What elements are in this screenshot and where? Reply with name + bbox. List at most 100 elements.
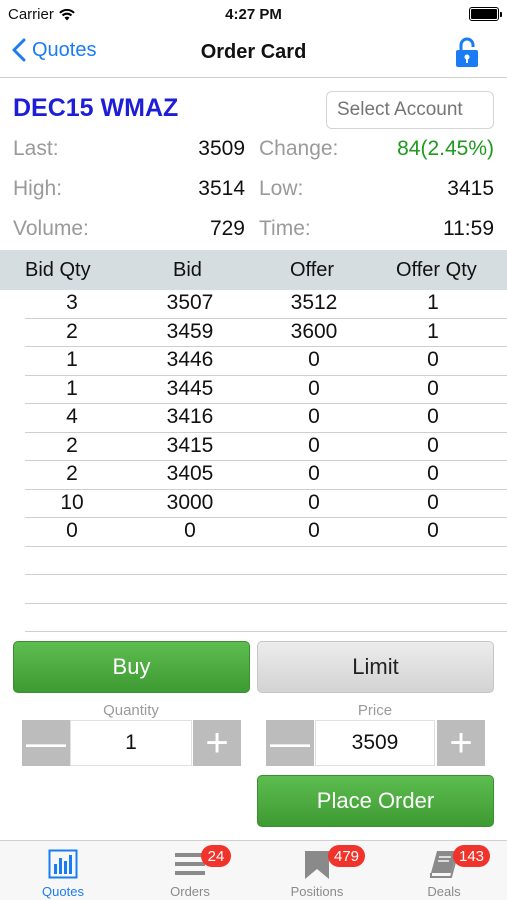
tab-quotes[interactable]: Quotes bbox=[0, 841, 126, 900]
instrument-name: DEC15 WMAZ bbox=[13, 94, 179, 122]
volume-label: Volume: bbox=[13, 217, 89, 240]
place-order-button[interactable]: Place Order bbox=[257, 775, 494, 827]
bid-qty-cell: 10 bbox=[60, 490, 84, 514]
time-value: 11:59 bbox=[443, 217, 494, 240]
tab-positions-label: Positions bbox=[290, 884, 344, 899]
bid-cell: 3507 bbox=[166, 291, 214, 314]
tab-positions[interactable]: 479 Positions bbox=[254, 841, 380, 900]
tab-deals-label: Deals bbox=[427, 884, 461, 899]
price-increment-button[interactable]: + bbox=[437, 720, 485, 766]
header-bid-qty: Bid Qty bbox=[25, 259, 91, 281]
table-row[interactable]: 1 3445 0 0 bbox=[25, 376, 507, 404]
tab-deals[interactable]: 143 Deals bbox=[381, 841, 507, 900]
price-decrement-button[interactable]: — bbox=[266, 720, 314, 766]
bid-cell: 3459 bbox=[166, 319, 214, 343]
high-label: High: bbox=[13, 177, 63, 200]
change-label: Change: bbox=[259, 137, 339, 160]
quantity-label: Quantity bbox=[103, 702, 159, 719]
offer-qty-cell: 0 bbox=[427, 348, 439, 371]
table-row-empty bbox=[25, 575, 507, 604]
bid-cell: 3405 bbox=[166, 462, 214, 485]
offer-qty-cell: 1 bbox=[427, 291, 439, 314]
table-row[interactable]: 10 3000 0 0 bbox=[25, 490, 507, 518]
page-title: Order Card bbox=[200, 41, 307, 63]
deals-badge: 143 bbox=[453, 845, 491, 867]
offer-cell: 0 bbox=[308, 405, 320, 428]
high-value: 3514 bbox=[198, 177, 245, 200]
bid-qty-cell: 3 bbox=[66, 291, 78, 314]
table-row-empty bbox=[25, 604, 507, 632]
offer-cell: 3512 bbox=[290, 291, 338, 314]
orders-badge: 24 bbox=[201, 845, 231, 867]
offer-qty-cell: 0 bbox=[427, 405, 439, 428]
price-label: Price bbox=[357, 702, 393, 719]
bid-cell: 0 bbox=[184, 519, 196, 542]
account-select[interactable] bbox=[326, 91, 494, 129]
tab-bar: Quotes 24 Orders 479 Positions 143 Deals bbox=[0, 840, 507, 900]
offer-cell: 0 bbox=[308, 433, 320, 457]
bid-qty-cell: 2 bbox=[66, 462, 78, 485]
bid-cell: 3000 bbox=[166, 490, 214, 514]
offer-qty-cell: 0 bbox=[427, 519, 439, 542]
quantity-decrement-button[interactable]: — bbox=[22, 720, 70, 766]
buy-button[interactable]: Buy bbox=[13, 641, 250, 693]
table-row[interactable]: 2 3405 0 0 bbox=[25, 461, 507, 490]
change-value: 84(2.45%) bbox=[397, 137, 494, 160]
low-value: 3415 bbox=[447, 177, 494, 200]
tab-orders-label: Orders bbox=[170, 884, 210, 899]
depth-table-body: 3 3507 3512 1 2 3459 3600 1 1 3446 0 0 1 3445 0 0 4 3… bbox=[25, 290, 507, 632]
bid-cell: 3415 bbox=[166, 433, 214, 457]
battery-icon bbox=[469, 7, 502, 21]
table-row[interactable]: 2 3415 0 0 bbox=[25, 433, 507, 461]
tab-orders[interactable]: 24 Orders bbox=[127, 841, 253, 900]
bid-qty-cell: 4 bbox=[66, 405, 78, 428]
offer-qty-cell: 0 bbox=[427, 376, 439, 400]
header-offer: Offer bbox=[290, 259, 335, 281]
offer-cell: 0 bbox=[308, 348, 320, 371]
table-row[interactable]: 1 3446 0 0 bbox=[25, 347, 507, 376]
limit-button[interactable]: Limit bbox=[257, 641, 494, 693]
header-offer-qty: Offer Qty bbox=[396, 259, 477, 281]
table-row[interactable]: 2 3459 3600 1 bbox=[25, 319, 507, 347]
offer-cell: 3600 bbox=[290, 319, 338, 343]
table-row[interactable]: 0 0 0 0 bbox=[25, 518, 507, 547]
positions-badge: 479 bbox=[328, 845, 366, 867]
offer-cell: 0 bbox=[308, 376, 320, 400]
bid-cell: 3416 bbox=[166, 405, 214, 428]
last-value: 3509 bbox=[198, 137, 245, 160]
table-row[interactable]: 4 3416 0 0 bbox=[25, 404, 507, 433]
depth-table-header: Bid Qty Bid Offer Offer Qty bbox=[0, 250, 507, 290]
low-label: Low: bbox=[259, 177, 304, 200]
navigation-bar: Quotes Order Card bbox=[0, 30, 507, 78]
offer-qty-cell: 0 bbox=[427, 462, 439, 485]
tab-quotes-label: Quotes bbox=[42, 884, 84, 899]
offer-qty-cell: 1 bbox=[427, 319, 439, 343]
flag-icon bbox=[305, 851, 329, 879]
quantity-input[interactable] bbox=[70, 720, 192, 766]
header-bid: Bid bbox=[173, 259, 202, 281]
status-bar: Carrier 4:27 PM bbox=[0, 0, 507, 30]
bid-qty-cell: 2 bbox=[66, 319, 78, 343]
offer-qty-cell: 0 bbox=[427, 433, 439, 457]
bid-qty-cell: 2 bbox=[66, 433, 78, 457]
offer-qty-cell: 0 bbox=[427, 490, 439, 514]
bid-qty-cell: 0 bbox=[66, 519, 78, 542]
bid-qty-cell: 1 bbox=[66, 376, 78, 400]
offer-cell: 0 bbox=[308, 519, 320, 542]
price-input[interactable] bbox=[315, 720, 435, 766]
order-card-screen: Carrier 4:27 PM Quotes Order Card DEC15 … bbox=[0, 0, 507, 900]
lock-button[interactable] bbox=[455, 36, 479, 73]
unlock-icon bbox=[456, 37, 478, 67]
quantity-increment-button[interactable]: + bbox=[193, 720, 241, 766]
bar-chart-icon bbox=[48, 849, 78, 879]
last-label: Last: bbox=[13, 137, 59, 160]
volume-value: 729 bbox=[209, 217, 245, 240]
table-row[interactable]: 3 3507 3512 1 bbox=[25, 290, 507, 319]
bid-qty-cell: 1 bbox=[66, 348, 78, 371]
offer-cell: 0 bbox=[308, 490, 320, 514]
table-row-empty bbox=[25, 547, 507, 575]
bid-cell: 3446 bbox=[166, 348, 214, 371]
status-time: 4:27 PM bbox=[225, 6, 282, 23]
offer-cell: 0 bbox=[308, 462, 320, 485]
bid-cell: 3445 bbox=[166, 376, 214, 400]
